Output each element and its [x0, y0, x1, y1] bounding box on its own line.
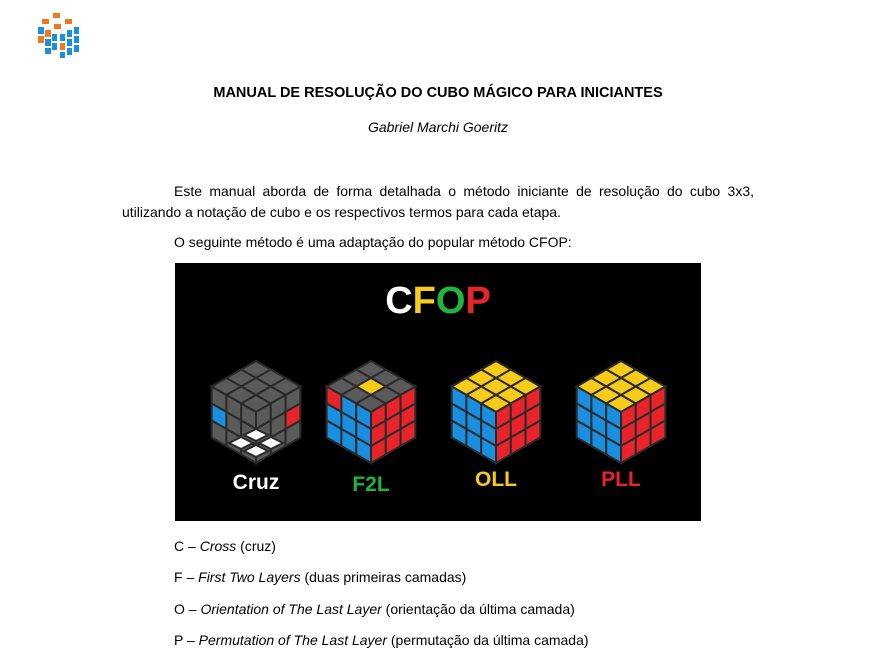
step-letter: P: [174, 632, 184, 648]
step-letter: C: [174, 538, 185, 554]
cfop-title: CFOP: [385, 280, 491, 322]
step-term: Cross: [199, 538, 237, 554]
step-pll: P – Permutation of The Last Layer (permu…: [174, 632, 589, 648]
step-letter: F: [174, 569, 183, 585]
step-desc: (duas primeiras camadas): [300, 569, 467, 585]
step-desc: (permutação da última camada): [387, 632, 589, 648]
step-term: First Two Layers: [198, 569, 301, 585]
cfop-illustration: CFOP Cruz F2L OLL PLL: [209, 280, 668, 496]
stage-label: F2L: [352, 473, 390, 496]
step-desc: (cruz): [236, 538, 276, 554]
stage-label: Cruz: [233, 471, 280, 494]
step-letter: O: [174, 601, 185, 617]
cfop-title-letter: C: [385, 280, 412, 322]
stage-label: OLL: [475, 468, 517, 491]
step-term: Permutation of The Last Layer: [198, 632, 387, 648]
step-dash: –: [182, 569, 199, 585]
cfop-title-letter: F: [413, 280, 436, 322]
document-title: MANUAL DE RESOLUÇÃO DO CUBO MÁGICO PARA …: [213, 85, 663, 101]
step-term: Orientation of The Last Layer: [200, 601, 382, 617]
method-paragraph: O seguinte método é uma adaptação do pop…: [174, 234, 572, 250]
intro-paragraph: Este manual aborda de forma detalhada o …: [122, 183, 754, 220]
step-dash: –: [183, 632, 199, 648]
cfop-figure: CFOP Cruz F2L OLL PLL: [175, 263, 701, 521]
document-author: Gabriel Marchi Goeritz: [367, 119, 509, 135]
cfop-title-letter: P: [465, 280, 490, 322]
step-desc: (orientação da última camada): [381, 601, 575, 617]
cfop-title-letter: O: [436, 280, 466, 322]
step-f2l: F – First Two Layers (duas primeiras cam…: [174, 569, 466, 585]
step-dash: –: [184, 601, 201, 617]
step-cross: C – Cross (cruz): [174, 538, 276, 554]
rubiks-cube-logo-icon: [32, 8, 84, 60]
stage-label: PLL: [601, 468, 641, 491]
step-dash: –: [184, 538, 200, 554]
step-oll: O – Orientation of The Last Layer (orien…: [174, 601, 575, 617]
